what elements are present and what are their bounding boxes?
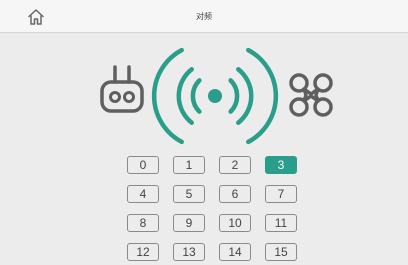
channel-button-6[interactable]: 6 [219,185,251,203]
pairing-panel: 0 1 2 3 4 5 6 7 8 9 10 11 12 13 14 15 [0,32,408,265]
channel-button-11[interactable]: 11 [265,214,297,232]
remote-controller-icon [100,65,144,113]
channel-button-5[interactable]: 5 [173,185,205,203]
channel-button-15[interactable]: 15 [265,243,297,261]
top-bar: 对频 [0,0,408,33]
channel-button-14[interactable]: 14 [219,243,251,261]
channel-button-4[interactable]: 4 [127,185,159,203]
page-title: 对频 [196,12,212,21]
channel-button-8[interactable]: 8 [127,214,159,232]
channel-grid: 0 1 2 3 4 5 6 7 8 9 10 11 12 13 14 15 [127,156,297,261]
channel-button-2[interactable]: 2 [219,156,251,174]
channel-button-1[interactable]: 1 [173,156,205,174]
channel-button-7[interactable]: 7 [265,185,297,203]
channel-button-3-selected[interactable]: 3 [265,156,297,174]
channel-button-13[interactable]: 13 [173,243,205,261]
channel-button-12[interactable]: 12 [127,243,159,261]
wireless-signal-icon [151,47,279,145]
channel-button-9[interactable]: 9 [173,214,205,232]
drone-icon [289,73,333,117]
channel-button-10[interactable]: 10 [219,214,251,232]
channel-button-0[interactable]: 0 [127,156,159,174]
